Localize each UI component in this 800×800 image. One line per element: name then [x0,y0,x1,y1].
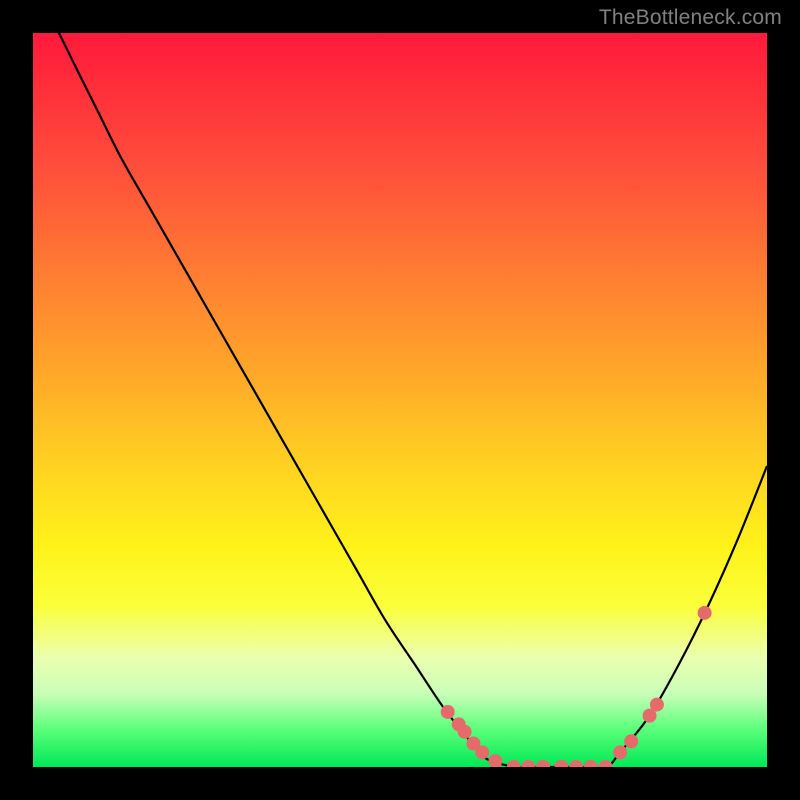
highlight-point [650,698,664,712]
highlight-point [507,760,521,767]
curve-layer [33,33,767,767]
highlight-point [554,760,568,767]
highlight-point [613,745,627,759]
highlight-point [475,745,489,759]
highlight-point [488,754,502,767]
highlight-point [698,606,712,620]
highlight-point [569,760,583,767]
chart-frame: TheBottleneck.com [0,0,800,800]
highlight-point [458,725,472,739]
watermark-text: TheBottleneck.com [599,6,782,30]
highlight-point [599,760,613,767]
highlight-point [536,760,550,767]
plot-area [33,33,767,767]
highlight-point [521,760,535,767]
highlight-point [584,760,598,767]
highlight-point [624,734,638,748]
highlight-point [441,705,455,719]
bottleneck-curve [33,33,767,767]
